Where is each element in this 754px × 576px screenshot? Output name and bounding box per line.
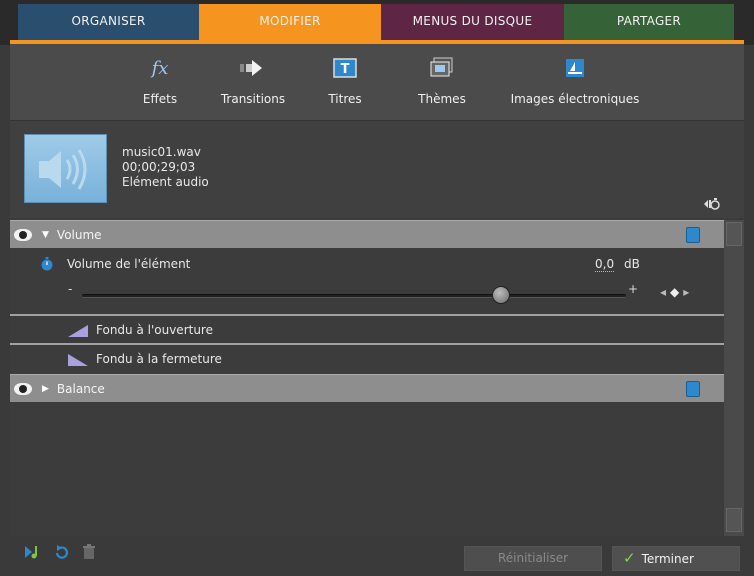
tab-menus-du-disque[interactable]: MENUS DU DISQUE: [381, 4, 564, 40]
prev-keyframe-icon[interactable]: ◂: [660, 285, 670, 299]
done-button-label: Terminer: [641, 552, 694, 566]
fade-out-icon: [68, 354, 88, 366]
bottom-icons: [24, 544, 96, 560]
themes-icon: [410, 56, 474, 80]
clip-volume-unit: dB: [624, 257, 640, 271]
tool-label: Effets: [142, 92, 178, 106]
audio-effects-icon[interactable]: [24, 544, 42, 560]
speaker-icon: [39, 149, 87, 190]
tool-themes[interactable]: Thèmes: [410, 56, 474, 116]
fade-in-label: Fondu à l'ouverture: [96, 323, 213, 337]
chevron-down-icon[interactable]: ▼: [42, 230, 49, 240]
arrow-right-icon: [210, 56, 296, 80]
tool-label: Titres: [328, 92, 362, 106]
scroll-down-button[interactable]: [726, 508, 742, 532]
volume-slider-track[interactable]: [82, 294, 626, 298]
balance-section-title: Balance: [56, 381, 105, 396]
volume-slider-row: - + ◂◆▸: [10, 280, 724, 310]
fade-in-icon: [68, 325, 88, 337]
trash-icon[interactable]: [82, 544, 96, 560]
stopwatch-icon[interactable]: [686, 381, 700, 397]
tab-organiser[interactable]: ORGANISER: [18, 4, 199, 40]
clip-volume-label: Volume de l'élément: [67, 257, 191, 271]
checkmark-icon: ✓: [623, 549, 636, 567]
vertical-scrollbar[interactable]: [724, 220, 744, 536]
keyframe-toggle-icon: [704, 198, 720, 210]
clipart-icon: [500, 56, 650, 80]
svg-text:T: T: [341, 62, 350, 77]
slider-min-label: -: [68, 282, 73, 296]
stopwatch-icon[interactable]: [40, 257, 54, 271]
cycle-icon[interactable]: [54, 544, 70, 560]
volume-slider-thumb[interactable]: [491, 286, 510, 304]
titles-icon: T: [320, 56, 370, 80]
show-keyframes-button[interactable]: [700, 197, 720, 214]
tab-modifier[interactable]: MODIFIER: [199, 4, 381, 40]
stopwatch-icon[interactable]: [686, 227, 700, 243]
clip-volume-row: Volume de l'élément 0,0 dB: [10, 250, 724, 278]
tool-images-electroniques[interactable]: Images électroniques: [500, 56, 650, 116]
fade-out-row[interactable]: Fondu à la fermeture: [10, 345, 724, 373]
fade-out-label: Fondu à la fermeture: [96, 352, 222, 366]
tab-partager[interactable]: PARTAGER: [564, 4, 734, 40]
clip-info: music01.wav 00;00;29;03 Elément audio: [10, 120, 744, 218]
balance-section-header[interactable]: ▶ Balance: [10, 374, 724, 402]
tool-label: Images électroniques: [510, 92, 640, 106]
tool-label: Transitions: [220, 92, 286, 106]
workspace-tabbar: ORGANISER MODIFIER MENUS DU DISQUE PARTA…: [0, 0, 754, 45]
next-keyframe-icon[interactable]: ▸: [683, 285, 693, 299]
clip-details: music01.wav 00;00;29;03 Elément audio: [122, 145, 209, 190]
chevron-right-icon[interactable]: ▶: [42, 384, 49, 394]
fx-icon: fx: [151, 57, 169, 79]
tool-label: Thèmes: [418, 92, 466, 106]
audio-clip-thumbnail: [24, 134, 107, 203]
slider-max-label: +: [628, 282, 639, 296]
tool-transitions[interactable]: Transitions: [210, 56, 296, 116]
scroll-up-button[interactable]: [726, 222, 742, 246]
tool-titres[interactable]: T Titres: [320, 56, 370, 116]
clip-type: Elément audio: [122, 175, 209, 189]
eye-icon[interactable]: [14, 382, 32, 395]
keyframe-nav[interactable]: ◂◆▸: [660, 285, 693, 299]
properties-panel: ▼ Volume Volume de l'élément 0,0 dB - + …: [10, 218, 734, 536]
bottom-bar: Réinitialiser ✓ Terminer: [10, 536, 744, 576]
eye-icon[interactable]: [14, 228, 32, 241]
add-keyframe-icon[interactable]: ◆: [670, 285, 683, 299]
reset-button[interactable]: Réinitialiser: [464, 546, 602, 571]
done-button[interactable]: ✓ Terminer: [612, 546, 740, 571]
volume-section-header[interactable]: ▼ Volume: [10, 220, 724, 248]
volume-section-title: Volume: [56, 227, 102, 242]
edit-toolbar: fx Effets Transitions T Titres Thèmes Im…: [10, 44, 744, 120]
tool-effets[interactable]: fx Effets: [130, 56, 190, 116]
fade-in-row[interactable]: Fondu à l'ouverture: [10, 316, 724, 344]
clip-filename: music01.wav: [122, 145, 201, 159]
clip-timecode: 00;00;29;03: [122, 160, 196, 174]
clip-volume-value[interactable]: 0,0: [595, 257, 615, 272]
